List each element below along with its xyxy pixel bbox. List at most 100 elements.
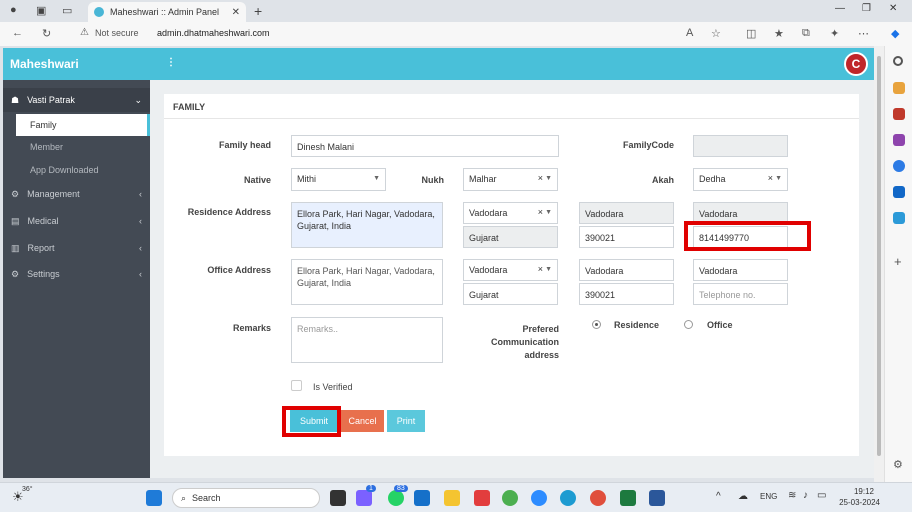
chat-icon[interactable]	[356, 490, 372, 506]
office-taluka-input[interactable]: Vadodara	[693, 259, 788, 281]
taskbar-search[interactable]: ⌕ Search	[172, 488, 320, 508]
restore-icon[interactable]: ❐	[862, 3, 871, 14]
gear-icon: ⚙	[11, 268, 20, 279]
residence-pincode-input[interactable]: 390021	[579, 226, 674, 248]
drop-icon[interactable]	[893, 212, 905, 224]
is-verified-checkbox[interactable]	[291, 380, 302, 391]
menu-toggle-icon[interactable]: ⋮	[166, 57, 176, 68]
workspaces-icon[interactable]: ▣	[36, 4, 46, 17]
cloud-icon[interactable]: ☁	[738, 491, 748, 502]
copilot-icon[interactable]: ◆	[891, 27, 899, 40]
close-window-icon[interactable]: ✕	[889, 3, 897, 14]
office-phone-input[interactable]: Telephone no.	[693, 283, 788, 305]
favorites-icon[interactable]: ★	[774, 27, 784, 40]
tray-chevron-icon[interactable]: ^	[716, 491, 721, 502]
clear-icon[interactable]: ×	[768, 173, 773, 183]
print-button[interactable]: Print	[387, 410, 425, 432]
sidebar-subitem-family[interactable]: Family	[16, 114, 150, 136]
chrome-icon[interactable]	[502, 490, 518, 506]
back-icon[interactable]: ←	[12, 27, 23, 39]
edge-icon[interactable]	[560, 490, 576, 506]
weather-temp[interactable]: 36°	[22, 486, 33, 493]
sidebar-item-label: Management	[27, 189, 80, 199]
battery-icon[interactable]: ▭	[817, 490, 826, 501]
clear-icon[interactable]: ×	[538, 173, 543, 183]
file-explorer-icon[interactable]	[444, 490, 460, 506]
whatsapp-icon[interactable]	[388, 490, 404, 506]
sidebar-item-report[interactable]: ▥ Report ‹	[3, 236, 150, 260]
residence-state-input[interactable]: Gujarat	[463, 226, 558, 248]
clock-time[interactable]: 19:12	[838, 487, 874, 496]
excel-icon[interactable]	[620, 490, 636, 506]
split-screen-icon[interactable]: ◫	[746, 27, 756, 40]
office-state-input[interactable]: Gujarat	[463, 283, 558, 305]
profile-icon[interactable]: ●	[10, 4, 17, 16]
residence-city-select[interactable]: Vadodara × ▼	[463, 202, 558, 224]
residence-address-textarea[interactable]: Ellora Park, Hari Nagar, Vadodara, Gujar…	[291, 202, 443, 248]
sidebar-item-vasti-patrak[interactable]: ☗ Vasti Patrak ⌄	[3, 88, 150, 112]
family-code-input[interactable]	[693, 135, 788, 157]
read-aloud-icon[interactable]: A	[686, 27, 693, 39]
clock-date[interactable]: 25-03-2024	[838, 498, 880, 507]
residence-district-input[interactable]: Vadodara	[579, 202, 674, 224]
user-logo[interactable]: C	[844, 52, 868, 76]
language-indicator[interactable]: ENG	[760, 492, 777, 501]
browser-tab[interactable]: Maheshwari :: Admin Panel ✕	[88, 2, 246, 22]
nukh-select[interactable]: Malhar × ▼	[463, 168, 558, 191]
remarks-textarea[interactable]: Remarks..	[291, 317, 443, 363]
new-tab-icon[interactable]: +	[254, 3, 262, 19]
residence-radio[interactable]	[592, 320, 601, 329]
outlook-icon[interactable]	[893, 186, 905, 198]
task-view-icon[interactable]	[330, 490, 346, 506]
family-head-input[interactable]: Dinesh Malani	[291, 135, 559, 157]
office-city-select[interactable]: Vadodara × ▼	[463, 259, 558, 281]
search-icon[interactable]	[893, 56, 903, 66]
games-icon[interactable]	[893, 134, 905, 146]
snipping-icon[interactable]	[474, 490, 490, 506]
brand-title[interactable]: Maheshwari	[10, 57, 79, 71]
office-address-textarea[interactable]: Ellora Park, Hari Nagar, Vadodara, Gujar…	[291, 259, 443, 305]
chrome-alt-icon[interactable]	[590, 490, 606, 506]
add-icon[interactable]: +	[894, 254, 902, 269]
akah-select[interactable]: Dedha × ▼	[693, 168, 788, 191]
sidebar-subitem-member[interactable]: Member	[16, 136, 150, 158]
sidebar-item-settings[interactable]: ⚙ Settings ‹	[3, 262, 150, 286]
residence-radio-label[interactable]: Residence	[614, 320, 659, 330]
settings-icon[interactable]: ⚙	[893, 458, 903, 471]
more-icon[interactable]: ⋯	[858, 27, 869, 40]
cancel-button[interactable]: Cancel	[341, 410, 384, 432]
minimize-icon[interactable]: —	[835, 3, 845, 14]
wifi-icon[interactable]: ≋	[788, 490, 796, 501]
family-head-label: Family head	[218, 140, 271, 150]
extensions-icon[interactable]: ✦	[830, 27, 839, 40]
page-scrollbar[interactable]	[874, 46, 884, 482]
store-icon[interactable]	[414, 490, 430, 506]
collections-icon[interactable]: ⧉	[802, 27, 810, 40]
start-icon[interactable]	[146, 490, 162, 506]
word-icon[interactable]	[649, 490, 665, 506]
shopping-icon[interactable]	[893, 82, 905, 94]
warning-icon[interactable]: ⚠	[80, 27, 89, 38]
pref-line-1: Prefered	[522, 324, 559, 334]
native-select[interactable]: Mithi ▼	[291, 168, 386, 191]
refresh-icon[interactable]: ↻	[42, 27, 51, 40]
zoom-icon[interactable]	[531, 490, 547, 506]
office-pincode-input[interactable]: 390021	[579, 283, 674, 305]
url-field[interactable]: admin.dhatmaheshwari.com	[157, 28, 270, 38]
m365-icon[interactable]	[893, 160, 905, 172]
sidebar-item-medical[interactable]: ▤ Medical ‹	[3, 209, 150, 233]
volume-icon[interactable]: ♪	[803, 490, 808, 501]
close-tab-icon[interactable]: ✕	[232, 7, 240, 18]
clear-icon[interactable]: ×	[538, 207, 543, 217]
clear-icon[interactable]: ×	[538, 264, 543, 274]
office-district-input[interactable]: Vadodara	[579, 259, 674, 281]
not-secure-label[interactable]: Not secure	[95, 28, 139, 38]
sidebar-item-management[interactable]: ⚙ Management ‹	[3, 182, 150, 206]
office-radio[interactable]	[684, 320, 693, 329]
sidebar-subitem-app-downloaded[interactable]: App Downloaded	[16, 159, 150, 181]
tab-actions-icon[interactable]: ▭	[62, 4, 72, 17]
scrollbar-thumb[interactable]	[877, 56, 881, 456]
office-radio-label[interactable]: Office	[707, 320, 733, 330]
tools-icon[interactable]	[893, 108, 905, 120]
favorite-star-icon[interactable]: ☆	[711, 27, 721, 40]
